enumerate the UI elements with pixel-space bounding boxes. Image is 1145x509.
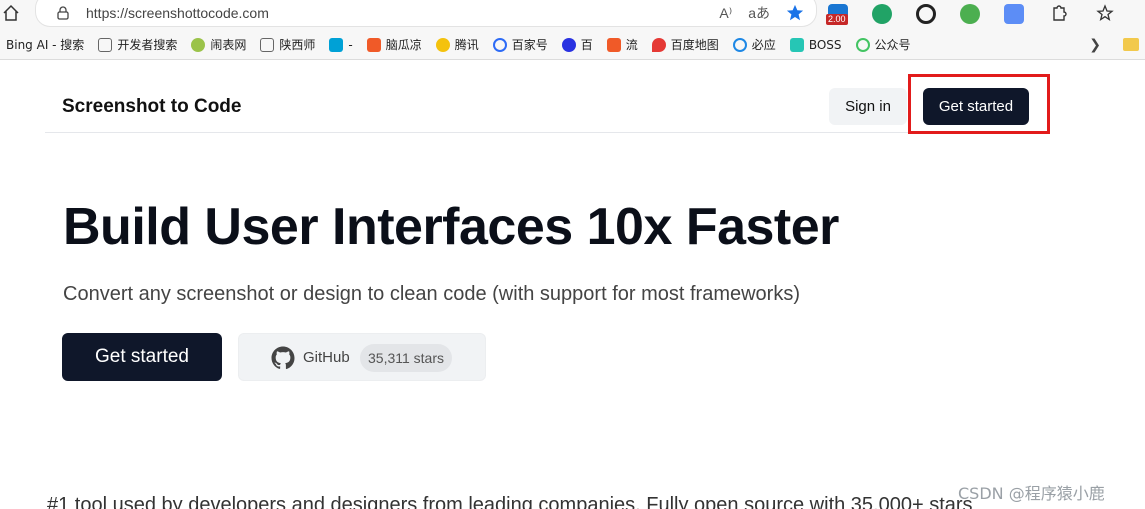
github-button[interactable]: GitHub 35,311 stars <box>238 333 486 381</box>
url-text: https://screenshottocode.com <box>86 5 269 21</box>
csdn-watermark: CSDN @程序猿小鹿 <box>958 484 1105 503</box>
bookmark-item[interactable]: Bing AI - 搜索 <box>6 36 84 53</box>
bookmark-item[interactable]: 百度地图 <box>651 36 719 53</box>
extensions-puzzle-icon[interactable] <box>1048 4 1068 24</box>
extension-icon-5[interactable] <box>1004 4 1024 24</box>
github-stars-badge: 35,311 stars <box>360 344 453 372</box>
site-icon <box>492 37 507 52</box>
bookmark-label: 必应 <box>751 38 776 52</box>
hero-get-started-button[interactable]: Get started <box>62 333 222 381</box>
bookmarks-bar: Bing AI - 搜索 开发者搜索 闹表网 陕西师 - 脑瓜凉 腾讯 百家号 … <box>0 30 1145 60</box>
bookmark-item[interactable]: 百 <box>561 36 593 53</box>
brand-logo[interactable]: Screenshot to Code <box>62 96 241 118</box>
bookmark-item[interactable]: 陕西师 <box>260 36 315 53</box>
bookmark-item[interactable]: 腾讯 <box>435 36 479 53</box>
page-icon <box>260 37 275 52</box>
address-bar[interactable]: https://screenshottocode.com A⁾ aあ <box>36 0 816 26</box>
bookmark-item[interactable]: 必应 <box>732 36 776 53</box>
bookmark-label: 百度地图 <box>670 38 719 52</box>
lock-icon <box>57 6 69 20</box>
highlight-annotation-box <box>908 74 1050 134</box>
site-icon <box>366 37 381 52</box>
tencent-icon <box>435 37 450 52</box>
hero-subtitle: Convert any screenshot or design to clea… <box>63 283 800 305</box>
bookmark-item[interactable]: 脑瓜凉 <box>366 36 422 53</box>
bookmark-label: 公众号 <box>874 38 911 52</box>
favorite-star-icon[interactable] <box>786 4 804 22</box>
bookmark-label: BOSS <box>808 37 842 52</box>
boss-icon <box>789 37 804 52</box>
bookmark-item[interactable]: BOSS <box>789 37 842 52</box>
site-navbar: Screenshot to Code Sign in Get started <box>45 70 1050 133</box>
bookmark-label: 百 <box>580 38 593 52</box>
baidu-paw-icon <box>561 37 576 52</box>
map-pin-icon <box>651 37 666 52</box>
bookmark-item[interactable]: 开发者搜索 <box>98 36 177 53</box>
bookmark-item[interactable]: - <box>329 37 353 52</box>
bookmark-label: 流 <box>625 38 638 52</box>
bookmark-label: - <box>348 37 353 52</box>
bookmark-label: Bing AI - 搜索 <box>6 38 85 52</box>
bookmark-label: 腾讯 <box>454 38 479 52</box>
extension-icon-2[interactable] <box>872 4 892 24</box>
bookmark-item[interactable]: 百家号 <box>492 36 548 53</box>
bookmark-item[interactable]: 闹表网 <box>191 36 246 53</box>
bilibili-icon <box>329 37 344 52</box>
extension-icon-3[interactable] <box>916 4 936 24</box>
folder-icon[interactable] <box>1123 38 1139 51</box>
home-icon[interactable] <box>2 4 20 22</box>
hero-title: Build User Interfaces 10x Faster <box>63 198 839 256</box>
bookmark-item[interactable]: 公众号 <box>855 36 911 53</box>
extension-badge: 2.00 <box>826 14 848 25</box>
chevron-right-icon[interactable]: ❯ <box>1089 37 1101 53</box>
bookmark-item[interactable]: 流 <box>606 36 638 53</box>
github-label: GitHub <box>303 349 350 366</box>
extension-icon-4[interactable] <box>960 4 980 24</box>
read-aloud-icon[interactable]: A⁾ <box>719 5 732 22</box>
browser-address-row: https://screenshottocode.com A⁾ aあ 2.00 <box>0 0 1145 30</box>
sign-in-button[interactable]: Sign in <box>829 88 907 125</box>
favorites-icon[interactable] <box>1096 4 1116 24</box>
wechat-icon <box>855 37 870 52</box>
bookmark-label: 闹表网 <box>210 38 247 52</box>
page-icon <box>98 37 113 52</box>
bookmark-label: 脑瓜凉 <box>385 38 422 52</box>
site-icon <box>606 37 621 52</box>
bookmark-label: 陕西师 <box>279 38 316 52</box>
bookmark-label: 开发者搜索 <box>117 38 178 52</box>
site-icon <box>191 37 206 52</box>
search-icon <box>732 37 747 52</box>
translate-icon[interactable]: aあ <box>748 3 770 23</box>
bookmark-label: 百家号 <box>511 38 548 52</box>
tagline-text: #1 tool used by developers and designers… <box>47 494 973 509</box>
github-icon <box>271 346 295 370</box>
